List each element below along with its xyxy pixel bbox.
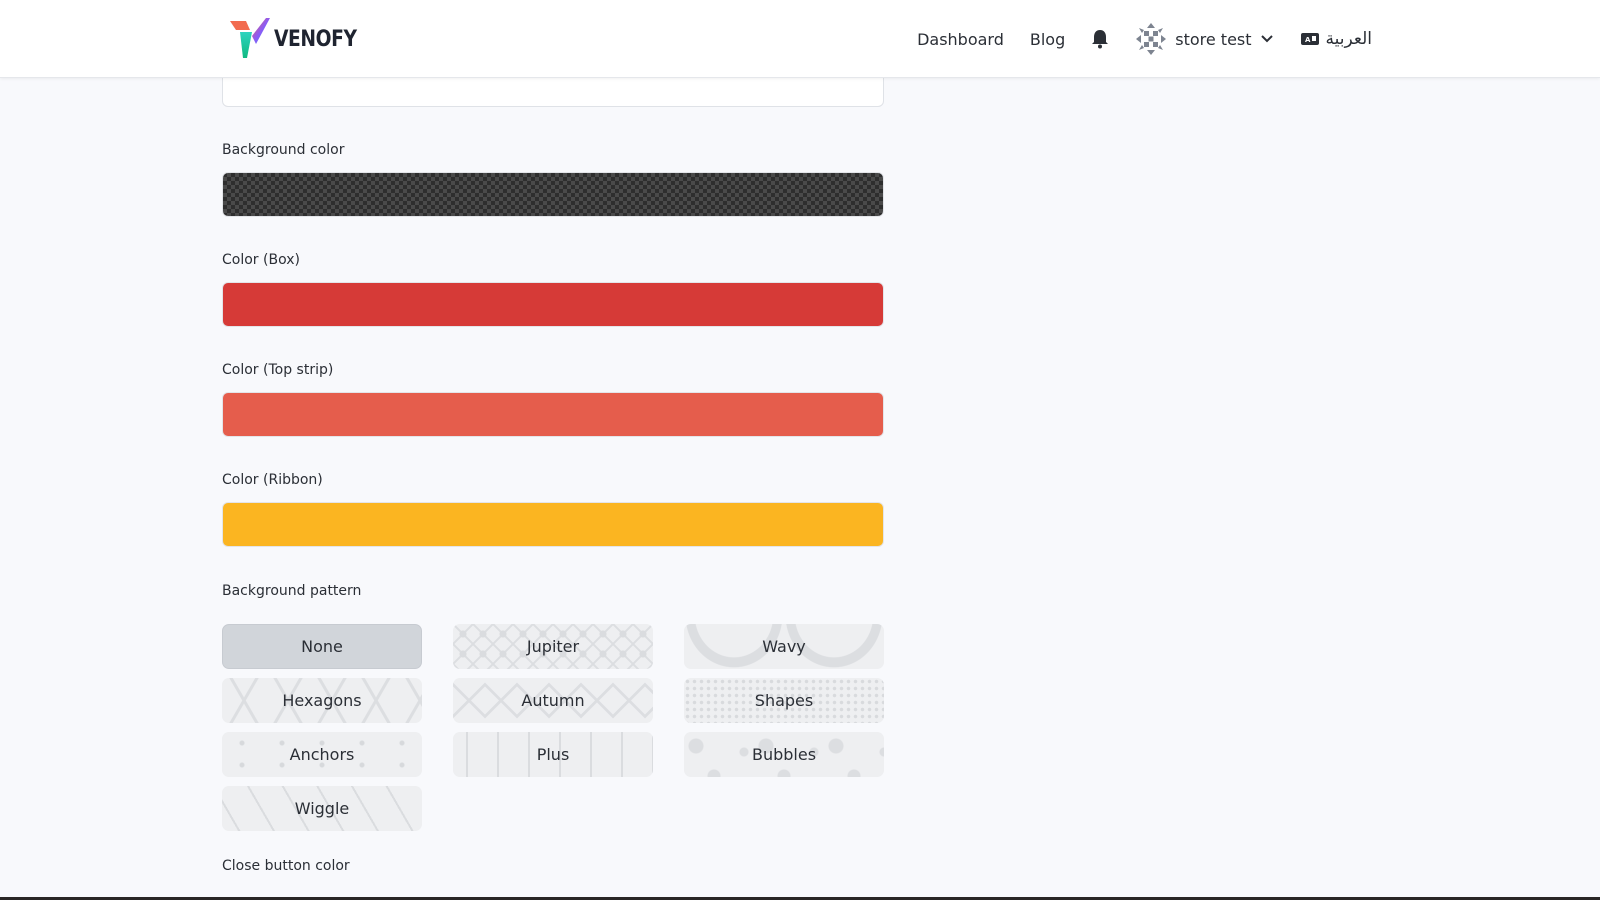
color-top-strip-label: Color (Top strip): [222, 362, 334, 378]
pattern-option-shapes[interactable]: Shapes: [684, 678, 884, 723]
pattern-option-bubbles[interactable]: Bubbles: [684, 732, 884, 777]
chevron-down-icon: [1260, 34, 1274, 44]
color-ribbon-label: Color (Ribbon): [222, 472, 323, 488]
color-box-label: Color (Box): [222, 252, 300, 268]
main-nav: Dashboard Blog store test A العربية: [917, 0, 1372, 78]
nav-dashboard-link[interactable]: Dashboard: [917, 30, 1004, 49]
background-color-label: Background color: [222, 142, 345, 158]
background-pattern-label: Background pattern: [222, 583, 362, 599]
svg-text:A: A: [1305, 36, 1311, 44]
bell-icon[interactable]: [1091, 29, 1109, 49]
pattern-options: None Jupiter Wavy Hexagons Autumn Shapes…: [222, 624, 886, 831]
nav-blog-link[interactable]: Blog: [1030, 30, 1065, 49]
language-label: العربية: [1325, 29, 1372, 49]
store-name: store test: [1175, 29, 1252, 49]
pattern-option-wiggle[interactable]: Wiggle: [222, 786, 422, 831]
venofy-logo[interactable]: VENOFY: [230, 18, 371, 60]
language-switcher[interactable]: A العربية: [1300, 29, 1372, 49]
color-box-picker[interactable]: [222, 282, 884, 327]
pattern-option-autumn[interactable]: Autumn: [453, 678, 653, 723]
pattern-option-wavy[interactable]: Wavy: [684, 624, 884, 669]
close-button-color-label: Close button color: [222, 858, 350, 874]
top-navbar: VENOFY Dashboard Blog store test A العرب…: [0, 0, 1600, 78]
pattern-option-anchors[interactable]: Anchors: [222, 732, 422, 777]
color-ribbon-picker[interactable]: [222, 502, 884, 547]
pattern-option-none[interactable]: None: [222, 624, 422, 669]
store-switcher[interactable]: store test: [1135, 22, 1273, 56]
venofy-logo-icon: [230, 18, 270, 58]
store-avatar-icon: [1135, 22, 1167, 56]
pattern-option-plus[interactable]: Plus: [453, 732, 653, 777]
background-color-picker[interactable]: [222, 172, 884, 217]
language-icon: A: [1300, 31, 1320, 47]
pattern-option-hexagons[interactable]: Hexagons: [222, 678, 422, 723]
color-top-strip-picker[interactable]: [222, 392, 884, 437]
logo-text: VENOFY: [274, 26, 357, 52]
pattern-option-jupiter[interactable]: Jupiter: [453, 624, 653, 669]
